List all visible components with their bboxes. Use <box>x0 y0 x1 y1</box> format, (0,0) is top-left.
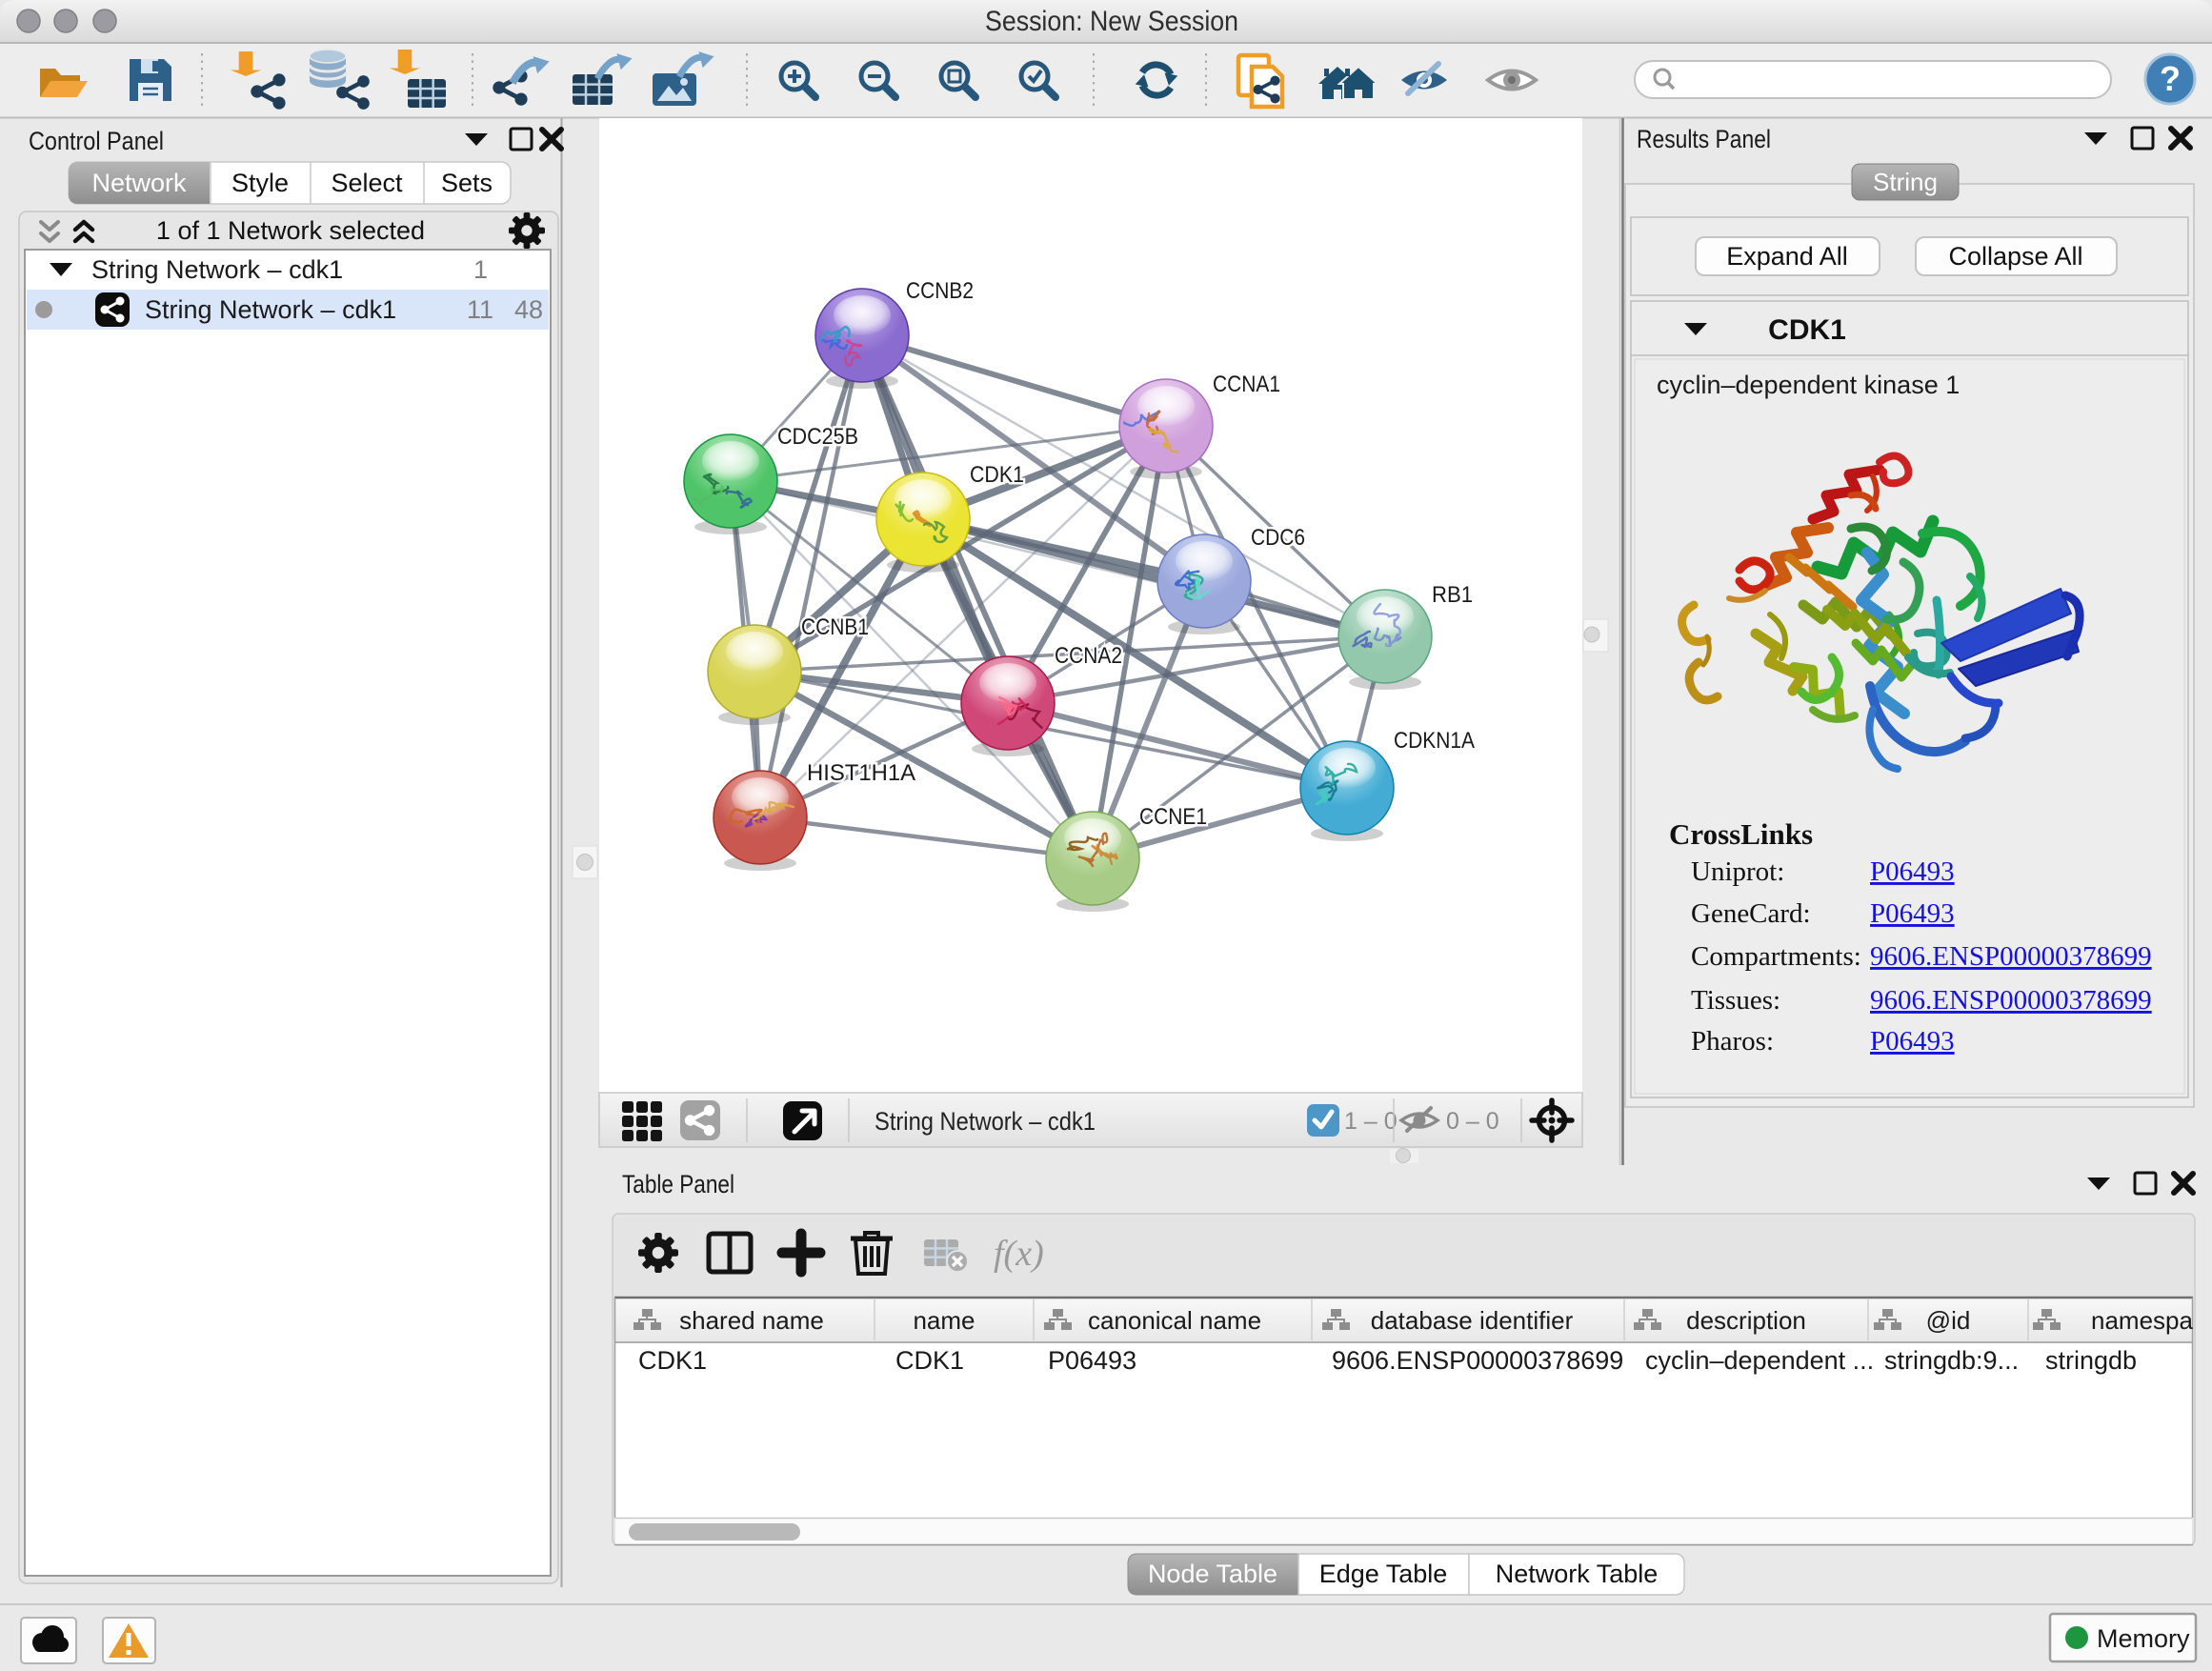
svg-text:String: String <box>1873 168 1938 196</box>
svg-text:Expand All: Expand All <box>1726 242 1848 271</box>
svg-text:Sets: Sets <box>441 169 493 197</box>
svg-text:?: ? <box>2160 59 2181 98</box>
svg-text:11: 11 <box>467 295 493 324</box>
svg-text:Control Panel: Control Panel <box>29 127 164 155</box>
svg-text:cyclin–dependent kinase 1: cyclin–dependent kinase 1 <box>1657 371 1960 399</box>
svg-text:Compartments:: Compartments: <box>1691 941 1861 972</box>
svg-text:RB1: RB1 <box>1432 582 1473 608</box>
svg-text:String Network – cdk1: String Network – cdk1 <box>875 1107 1096 1136</box>
svg-text:CCNE1: CCNE1 <box>1139 804 1207 830</box>
svg-text:1 of 1 Network selected: 1 of 1 Network selected <box>156 216 425 245</box>
svg-text:Results Panel: Results Panel <box>1637 125 1771 153</box>
svg-text:Memory: Memory <box>2097 1624 2190 1653</box>
svg-text:CDK1: CDK1 <box>1768 314 1846 346</box>
svg-text:CDKN1A: CDKN1A <box>1394 728 1475 754</box>
svg-text:0 – 0: 0 – 0 <box>1446 1108 1499 1135</box>
svg-text:Select: Select <box>331 169 403 197</box>
svg-text:@id: @id <box>1926 1306 1971 1335</box>
svg-text:CDC25B: CDC25B <box>777 424 858 450</box>
svg-text:stringdb:9...: stringdb:9... <box>1884 1346 2019 1375</box>
svg-text:stringdb: stringdb <box>2045 1346 2137 1375</box>
svg-text:String Network – cdk1: String Network – cdk1 <box>91 255 343 284</box>
svg-text:name: name <box>913 1306 975 1335</box>
svg-text:48: 48 <box>514 295 543 324</box>
svg-text:CCNA2: CCNA2 <box>1055 643 1122 669</box>
svg-text:Session: New Session: Session: New Session <box>985 6 1238 37</box>
svg-text:CCNB1: CCNB1 <box>801 614 869 640</box>
svg-text:Style: Style <box>231 169 289 197</box>
svg-text:f(x): f(x) <box>994 1234 1044 1274</box>
svg-text:shared name: shared name <box>679 1306 824 1335</box>
svg-text:P06493: P06493 <box>1870 1026 1955 1057</box>
svg-text:P06493: P06493 <box>1870 898 1955 929</box>
svg-text:Uniprot:: Uniprot: <box>1691 856 1784 887</box>
svg-text:Network: Network <box>91 169 187 197</box>
svg-text:String Network – cdk1: String Network – cdk1 <box>145 295 396 324</box>
svg-text:Tissues:: Tissues: <box>1691 985 1780 1016</box>
svg-text:CrossLinks: CrossLinks <box>1669 817 1813 851</box>
svg-text:CDC6: CDC6 <box>1251 525 1305 551</box>
svg-text:9606.ENSP00000378699: 9606.ENSP00000378699 <box>1870 985 2152 1016</box>
svg-text:CDK1: CDK1 <box>895 1346 964 1375</box>
svg-text:HIST1H1A: HIST1H1A <box>807 760 915 786</box>
svg-text:1 – 0: 1 – 0 <box>1344 1108 1398 1135</box>
svg-text:Table Panel: Table Panel <box>622 1170 734 1198</box>
svg-text:CCNA1: CCNA1 <box>1213 372 1280 397</box>
svg-text:9606.ENSP00000378699: 9606.ENSP00000378699 <box>1870 941 2152 972</box>
svg-text:description: description <box>1686 1306 1806 1335</box>
svg-text:9606.ENSP00000378699: 9606.ENSP00000378699 <box>1332 1346 1623 1375</box>
svg-text:Pharos:: Pharos: <box>1691 1026 1774 1057</box>
svg-text:Network Table: Network Table <box>1496 1560 1659 1588</box>
svg-text:canonical name: canonical name <box>1088 1306 1261 1335</box>
svg-text:database identifier: database identifier <box>1371 1306 1574 1335</box>
svg-text:cyclin–dependent ...: cyclin–dependent ... <box>1645 1346 1874 1375</box>
svg-text:P06493: P06493 <box>1048 1346 1136 1375</box>
svg-text:CDK1: CDK1 <box>970 462 1024 488</box>
svg-text:1: 1 <box>473 255 488 284</box>
svg-text:CCNB2: CCNB2 <box>906 278 974 304</box>
svg-text:CDK1: CDK1 <box>638 1346 707 1375</box>
svg-text:Edge Table: Edge Table <box>1319 1560 1448 1588</box>
svg-text:P06493: P06493 <box>1870 856 1955 887</box>
svg-text:Node Table: Node Table <box>1148 1560 1277 1588</box>
svg-text:namespace: namespace <box>2091 1306 2212 1335</box>
svg-text:Collapse All: Collapse All <box>1948 242 2082 271</box>
svg-text:GeneCard:: GeneCard: <box>1691 898 1811 929</box>
